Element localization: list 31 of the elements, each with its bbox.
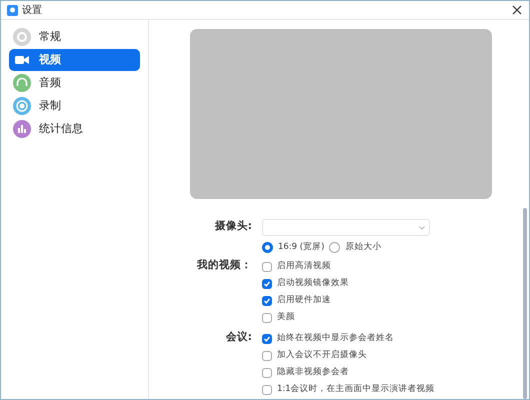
close-button[interactable] [511, 4, 523, 16]
checkmark-icon [263, 296, 271, 304]
sidebar-item[interactable]: 录制 [9, 95, 140, 117]
checkbox-option[interactable]: 1:1会议时，在主画面中显示演讲者视频 [262, 381, 521, 398]
checkbox-option[interactable]: 启用硬件加速 [262, 292, 521, 309]
section-label: 会议: [226, 331, 252, 343]
checkbox-option[interactable]: 隐藏非视频参会者 [262, 364, 521, 381]
headphones-icon [13, 74, 31, 92]
bar-chart-icon [13, 120, 31, 138]
caret-icon [419, 226, 425, 230]
radio-option[interactable]: 16:9 (宽屏) [262, 238, 324, 256]
gear-icon [13, 28, 31, 46]
record-icon [13, 97, 31, 115]
radio-option[interactable]: 原始大小 [329, 238, 382, 256]
scrollbar[interactable] [523, 208, 527, 399]
sidebar-item[interactable]: 统计信息 [9, 118, 140, 140]
checkbox-option[interactable]: 美颜 [262, 309, 521, 326]
checkmark-icon [263, 280, 271, 288]
sidebar-item[interactable]: 视频 [9, 49, 140, 71]
checkbox-option[interactable]: 始终在视频中显示参会者姓名 [262, 330, 521, 347]
camera-dropdown[interactable] [262, 219, 430, 236]
checkbox-option[interactable]: 启动视频镜像效果 [262, 275, 521, 292]
section-label: 我的视频： [197, 259, 252, 271]
checkbox-option[interactable]: 启用高清视频 [262, 258, 521, 275]
sidebar-item[interactable]: 常规 [9, 26, 140, 48]
field-label: 摄像头: [214, 220, 252, 232]
sidebar-item[interactable]: 音频 [9, 72, 140, 94]
app-logo-icon [7, 4, 18, 16]
window-title: 设置 [22, 4, 42, 18]
checkmark-icon [263, 334, 271, 342]
checkbox-option[interactable]: 加入会议不开启摄像头 [262, 347, 521, 364]
